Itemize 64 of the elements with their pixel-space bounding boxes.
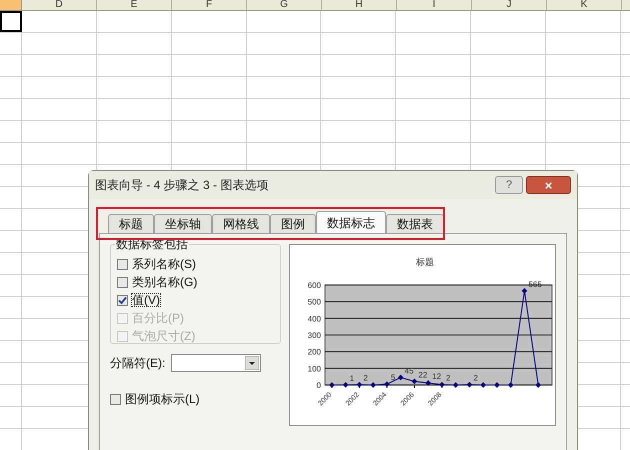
column-header[interactable]: H — [322, 0, 397, 10]
option-label: 百分比(P) — [132, 312, 184, 324]
tab[interactable]: 坐标轴 — [154, 214, 212, 233]
checkbox[interactable] — [117, 294, 128, 306]
data-point — [466, 382, 472, 388]
y-tick-label: 0 — [316, 381, 321, 390]
column-header[interactable]: I — [397, 0, 472, 10]
separator-dropdown[interactable] — [171, 354, 262, 372]
chart-title: 标题 — [416, 257, 434, 267]
data-label: 45 — [404, 366, 414, 376]
column-header[interactable]: E — [97, 0, 172, 10]
tab[interactable]: 标题 — [108, 214, 154, 233]
data-label: 22 — [418, 370, 428, 380]
data-point — [522, 288, 528, 294]
column-header[interactable]: K — [547, 0, 622, 10]
data-label: 2 — [446, 374, 450, 383]
tab[interactable]: 数据标志 — [316, 211, 386, 233]
data-point — [425, 380, 431, 386]
window-title: 图表向导 - 4 步骤之 3 - 图表选项 — [95, 177, 270, 194]
checkbox[interactable] — [117, 258, 128, 270]
y-tick-label: 300 — [308, 331, 321, 340]
checkbox[interactable] — [110, 394, 121, 404]
tab[interactable]: 网格线 — [212, 214, 270, 233]
x-tick-mark — [414, 384, 415, 388]
data-point — [535, 382, 542, 388]
close-button[interactable]: × — [526, 176, 571, 194]
option-label: 类别名称(G) — [132, 276, 198, 288]
y-tick-label: 400 — [308, 314, 321, 324]
data-point — [356, 382, 362, 388]
tab[interactable]: 图例 — [270, 214, 316, 233]
column-header[interactable]: F — [172, 0, 247, 10]
data-label: 2 — [363, 374, 368, 383]
data-point — [384, 381, 390, 387]
tab[interactable]: 数据表 — [386, 214, 444, 233]
data-point — [494, 382, 500, 388]
checkbox[interactable] — [117, 276, 128, 288]
data-point — [508, 382, 514, 388]
data-point — [412, 378, 418, 384]
y-tick-label: 200 — [308, 348, 321, 357]
data-point — [452, 382, 459, 388]
selected-cell[interactable] — [0, 11, 22, 32]
column-header[interactable]: G — [247, 0, 322, 10]
option-label: 气泡尺寸(Z) — [132, 330, 196, 342]
separator-label: 分隔符(E): — [110, 355, 166, 372]
data-label: 1 — [350, 374, 354, 383]
y-tick-label: 600 — [308, 281, 321, 290]
option-label: 系列名称(S) — [132, 258, 196, 270]
data-point — [342, 382, 348, 388]
column-header[interactable]: D — [22, 0, 97, 10]
data-point — [398, 374, 404, 380]
option-label: 值(V) — [132, 294, 160, 306]
data-point — [439, 382, 445, 388]
column-header[interactable]: J — [472, 0, 547, 10]
y-tick-label: 100 — [308, 364, 321, 374]
help-button[interactable]: ? — [495, 176, 523, 194]
data-point — [480, 382, 486, 388]
data-point — [370, 382, 376, 388]
data-label: 2 — [473, 374, 478, 383]
dropdown-arrow-icon — [245, 356, 260, 370]
data-label: 12 — [432, 372, 442, 381]
data-label: 5 — [390, 373, 396, 382]
y-tick-label: 500 — [308, 298, 321, 307]
legend-key-label: 图例项标示(L) — [125, 391, 200, 408]
data-point — [329, 382, 335, 388]
